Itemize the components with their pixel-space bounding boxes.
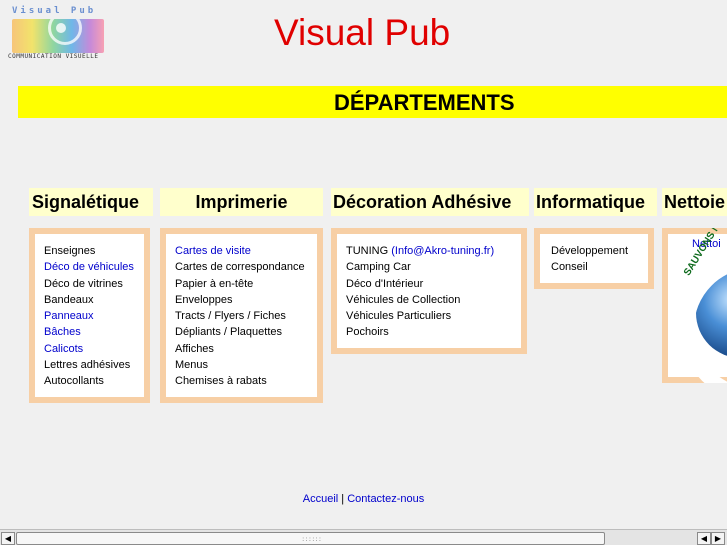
list-item: Véhicules de Collection [346,293,461,306]
category-header-imprimerie: Imprimerie [160,188,323,216]
arrow-right-icon[interactable]: ▶ [711,532,725,545]
list-item: Autocollants [44,375,104,388]
departments-banner: DÉPARTEMENTS [18,86,727,118]
list-item: Camping Car [346,261,411,274]
list-item: Papier à en-tête [175,277,254,290]
category-box-imprimerie: Cartes de visite Cartes de correspondanc… [160,228,323,403]
category-list: Développement Conseil [540,234,648,283]
grip-icon: :::::: [302,535,323,543]
category-header-informatique: Informatique [534,188,657,216]
globe-graphic: Nettoi SAUVONS N [668,228,727,383]
list-item: Développement [551,245,629,257]
category-box-decoration-adhesive: TUNING (Info@Akro-tuning.fr) Camping Car… [331,228,527,354]
category-content: Nettoi SAUVONS N [668,228,727,383]
list-item: Enveloppes [175,293,233,306]
horizontal-scrollbar[interactable]: ◀ :::::: ◀ ▶ [0,529,727,545]
category-title: Imprimerie [195,192,288,212]
logo-subtitle: COMMUNICATION VISUELLE [8,53,99,60]
list-item: Conseil [551,261,588,274]
category-header-nettoie: Nettoie [662,188,727,216]
footer-nav: Accueil | Contactez-nous [0,493,727,505]
category-title: Signalétique [32,192,140,212]
list-item: Cartes de correspondance [175,261,305,274]
list-item: Chemises à rabats [175,375,267,388]
category-box-signaletique: Enseignes Déco de véhicules Déco de vitr… [29,228,150,403]
list-item: Déco d'Intérieur [346,277,424,290]
logo[interactable]: Visual Pub COMMUNICATION VISUELLE [8,6,108,62]
contact-link[interactable]: Contactez-nous [347,493,424,505]
footer-separator: | [341,493,345,505]
category-title: Décoration Adhésive [333,192,512,212]
list-item: Dépliants / Plaquettes [175,326,283,339]
list-item[interactable]: Calicots [44,341,144,357]
tuning-label: TUNING [346,245,389,257]
category-list: Enseignes Déco de véhicules Déco de vitr… [35,234,144,397]
category-list: TUNING (Info@Akro-tuning.fr) Camping Car… [337,234,521,348]
list-item: Tracts / Flyers / Fiches [175,310,286,323]
category-box-informatique: Développement Conseil [534,228,654,289]
logo-graphic [12,19,104,53]
scrollbar-thumb[interactable]: :::::: [16,532,605,545]
category-header-decoration-adhesive: Décoration Adhésive [331,188,529,216]
list-item: Enseignes [44,245,96,257]
list-item: Déco de vitrines [44,277,123,290]
banner-title: DÉPARTEMENTS [334,90,515,115]
category-box-nettoie: Nettoi SAUVONS N [662,228,727,383]
list-item[interactable]: Cartes de visite [175,243,317,259]
category-list: Cartes de visite Cartes de correspondanc… [166,234,317,397]
list-item[interactable]: Bâches [44,324,144,340]
category-header-signaletique: Signalétique [29,188,153,216]
list-item: Lettres adhésives [44,359,131,372]
category-title: Informatique [536,192,646,212]
page-title: Visual Pub [274,12,451,53]
list-item[interactable]: Panneaux [44,308,144,324]
list-item: Pochoirs [346,326,389,339]
logo-title: Visual Pub [12,6,97,16]
home-link[interactable]: Accueil [303,493,338,505]
list-item: Véhicules Particuliers [346,310,452,323]
list-item: TUNING (Info@Akro-tuning.fr) [346,243,521,259]
arrow-left-icon[interactable]: ◀ [697,532,711,545]
category-title: Nettoie [664,192,726,212]
list-item[interactable]: Déco de véhicules [44,259,144,275]
list-item: Menus [175,359,209,372]
arrow-left-icon[interactable]: ◀ [1,532,15,545]
list-item: Affiches [175,342,214,355]
logo-ring [48,19,82,45]
tuning-email-link[interactable]: (Info@Akro-tuning.fr) [391,245,494,257]
list-item: Bandeaux [44,293,94,306]
logo-dot [56,23,66,33]
